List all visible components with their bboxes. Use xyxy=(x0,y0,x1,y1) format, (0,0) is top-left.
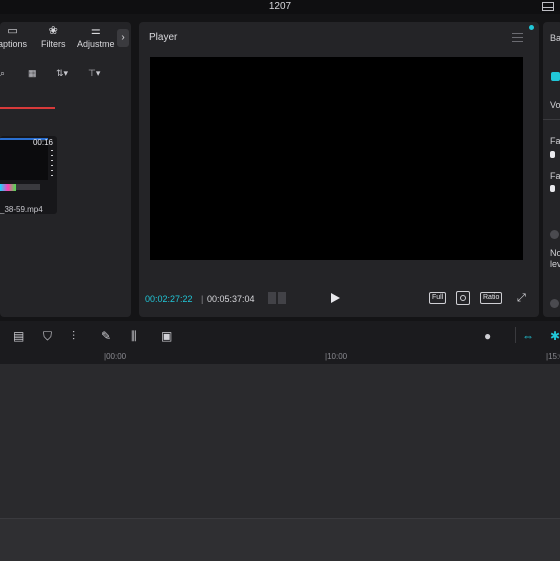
ruler-tick: |00:00 xyxy=(104,352,127,361)
magic-wand-icon[interactable]: ✎ xyxy=(101,329,111,343)
captions-icon: ▭ xyxy=(7,25,18,37)
link-clips-icon[interactable]: ⇔ xyxy=(522,329,534,343)
total-timecode: 00:05:37:04 xyxy=(207,294,255,304)
timecode-separator: | xyxy=(201,294,204,304)
timeline-track-area[interactable] xyxy=(0,364,560,518)
audio-wave-icon[interactable]: ⫼ xyxy=(131,329,137,344)
video-preview[interactable] xyxy=(150,57,523,260)
filters-icon: ❀ xyxy=(48,25,58,37)
normalize-label: No xyxy=(550,248,560,258)
clip-filename: _38-59.mp4 xyxy=(0,205,43,214)
ruler-tick: |15:0 xyxy=(546,352,560,361)
tab-basic[interactable]: Ba xyxy=(550,33,560,43)
tab-filters[interactable]: ❀ Filters xyxy=(41,25,66,49)
enable-checkbox[interactable] xyxy=(551,72,560,81)
toolbar-divider xyxy=(515,327,516,343)
media-toolbar: ⌕ ▦ ⇅▾ ⊤▾ xyxy=(0,66,131,82)
record-indicator xyxy=(0,107,55,109)
secondary-toggle[interactable] xyxy=(550,299,559,308)
window-titlebar: 1207 xyxy=(0,0,560,14)
clip-progress-track xyxy=(16,184,40,190)
ratio-button[interactable]: Ratio xyxy=(480,292,503,304)
ruler-tick: |10:00 xyxy=(325,352,348,361)
search-icon[interactable]: ⌕ xyxy=(0,68,5,79)
timeline-toolbar: ▤ ⛉ ⫶ ✎ ⫼ ▣ ● ⇔ ✱ xyxy=(0,321,560,351)
normalize-toggle[interactable] xyxy=(550,230,559,239)
clip-duration: 00:16 xyxy=(32,138,53,147)
clip-color-strip xyxy=(0,184,16,191)
shield-edit-icon[interactable]: ⛉ xyxy=(43,329,52,344)
layout-icon[interactable] xyxy=(542,2,554,11)
properties-panel: Ba Vo Fa Fa No lev xyxy=(543,22,560,317)
player-menu-icon[interactable] xyxy=(512,33,523,42)
window-title: 1207 xyxy=(268,1,292,12)
microphone-icon[interactable]: ● xyxy=(484,329,491,343)
media-clip-thumbnail[interactable]: 00:16 xyxy=(0,136,57,214)
equalizer-icon[interactable]: ⫶ xyxy=(72,329,75,344)
crop-icon[interactable]: ▣ xyxy=(161,329,172,343)
panel-divider xyxy=(543,119,560,120)
notification-dot xyxy=(529,25,534,30)
view-grid-icon[interactable]: ▦ xyxy=(28,68,37,79)
timeline-bottom-area xyxy=(0,518,560,561)
filter-icon[interactable]: ⊤▾ xyxy=(88,68,100,79)
caption-edit-icon[interactable]: ▤ xyxy=(13,329,24,343)
tab-captions[interactable]: ▭ aptions xyxy=(0,25,27,49)
player-title: Player xyxy=(149,32,178,43)
fade-out-slider-knob[interactable] xyxy=(550,185,555,192)
media-tabs: ▭ aptions ❀ Filters ⚌ Adjustme › xyxy=(0,22,131,54)
sort-icon[interactable]: ⇅▾ xyxy=(56,68,68,79)
fullscreen-icon[interactable]: ⤢ xyxy=(517,292,526,305)
snap-icon[interactable]: ✱ xyxy=(550,329,560,343)
filmstrip-perforation-icon xyxy=(51,150,53,178)
player-panel: Player 00:02:27:22 | 00:05:37:04 Full Ra… xyxy=(139,22,539,317)
fade-out-label: Fa xyxy=(550,171,560,181)
media-panel: ▭ aptions ❀ Filters ⚌ Adjustme › ⌕ ▦ ⇅▾ … xyxy=(0,22,131,317)
safe-area-grid-icon[interactable] xyxy=(268,292,287,304)
fade-in-slider-knob[interactable] xyxy=(550,151,555,158)
full-quality-button[interactable]: Full xyxy=(429,292,447,304)
play-button[interactable] xyxy=(331,293,340,303)
focus-icon[interactable] xyxy=(456,291,470,305)
collapse-panel-button[interactable]: › xyxy=(117,29,129,47)
adjustment-sliders-icon: ⚌ xyxy=(90,25,101,37)
volume-label: Vo xyxy=(550,100,560,110)
timeline-ruler[interactable]: |00:00 |10:00 |15:0 xyxy=(0,350,560,364)
tab-adjustment[interactable]: ⚌ Adjustme xyxy=(77,25,115,49)
fade-in-label: Fa xyxy=(550,136,560,146)
current-timecode: 00:02:27:22 xyxy=(145,294,193,304)
level-label: lev xyxy=(550,259,560,269)
